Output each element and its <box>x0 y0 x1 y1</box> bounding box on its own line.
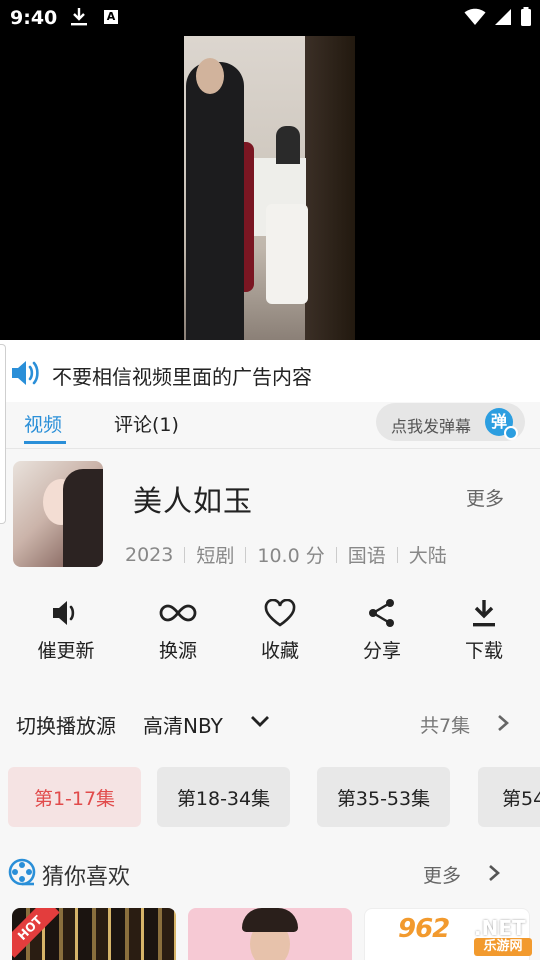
action-label: 下载 <box>464 640 503 662</box>
action-label: 换源 <box>158 640 197 662</box>
signal-icon <box>495 9 511 25</box>
tab-bar: 视频 评论(1) 点我发弹幕 弹 <box>0 402 540 449</box>
episode-range-1[interactable]: 第1-17集 <box>8 767 141 827</box>
meta-year: 2023 <box>125 543 174 566</box>
recommend-header: 猜你喜欢 更多 <box>0 854 540 894</box>
video-player[interactable] <box>0 0 540 340</box>
source-name[interactable]: 高清NBY <box>143 710 223 739</box>
danmu-input-button[interactable]: 点我发弹幕 弹 <box>376 403 525 441</box>
site-watermark-logo: 962 .NET 乐游网 <box>398 912 534 958</box>
episode-count[interactable]: 共7集 <box>420 711 470 738</box>
share-icon <box>332 590 432 636</box>
source-label: 切换播放源 <box>16 714 116 738</box>
a-status-icon: A <box>104 10 118 24</box>
meta-type: 短剧 <box>196 545 235 567</box>
episode-list: 第1-17集 第18-34集 第35-53集 第54 <box>0 767 540 829</box>
wifi-icon <box>464 8 486 25</box>
meta-divider <box>335 546 337 563</box>
action-label: 分享 <box>362 640 401 662</box>
video-scene-person <box>276 126 300 164</box>
chevron-right-icon[interactable] <box>496 713 510 737</box>
episode-range-4[interactable]: 第54 <box>478 767 540 827</box>
logo-cn: 乐游网 <box>474 938 532 956</box>
share-button[interactable]: 分享 <box>332 590 432 663</box>
download-icon <box>434 590 534 636</box>
chevron-down-icon[interactable] <box>249 713 271 733</box>
side-drag-handle[interactable] <box>0 344 6 524</box>
video-scene-head <box>196 58 224 94</box>
meta-region: 大陆 <box>408 545 447 567</box>
poster-hair <box>63 469 103 567</box>
meta-score: 10.0 分 <box>257 545 325 567</box>
film-reel-icon <box>8 858 36 890</box>
logo-number: 962 <box>398 914 450 944</box>
favorite-button[interactable]: 收藏 <box>230 590 330 663</box>
meta-divider <box>245 546 247 563</box>
status-icons <box>464 7 532 27</box>
recommend-item[interactable] <box>188 908 352 960</box>
danmu-dot <box>504 426 518 440</box>
episode-range-2[interactable]: 第18-34集 <box>157 767 290 827</box>
video-scene-basin <box>266 204 308 304</box>
video-title: 美人如玉 <box>133 484 254 518</box>
logo-net: .NET <box>474 916 526 940</box>
recommend-more-link[interactable]: 更多 <box>423 861 461 888</box>
urge-update-button[interactable]: 催更新 <box>16 590 116 663</box>
battery-icon <box>521 7 531 26</box>
source-selector-row: 切换播放源 高清NBY 共7集 <box>0 700 540 746</box>
action-label: 催更新 <box>37 640 95 662</box>
episode-range-3[interactable]: 第35-53集 <box>317 767 450 827</box>
recommend-title: 猜你喜欢 <box>42 865 131 890</box>
tab-active-indicator <box>24 441 66 444</box>
hot-badge: HOT <box>12 908 60 958</box>
danmu-placeholder: 点我发弹幕 <box>391 417 472 436</box>
notice-bar: 不要相信视频里面的广告内容 <box>0 340 540 402</box>
download-status-icon <box>70 7 88 31</box>
infinity-icon <box>128 590 228 636</box>
switch-source-button[interactable]: 换源 <box>128 590 228 663</box>
thumb-hair <box>242 908 298 932</box>
heart-icon <box>230 590 330 636</box>
speaker-icon <box>16 590 116 636</box>
recommend-item[interactable]: HOT <box>12 908 176 960</box>
video-info: 美人如玉 更多 2023 短剧 10.0 分 国语 大陆 <box>0 448 540 578</box>
action-bar: 催更新 换源 收藏 分享 下载 <box>0 590 540 670</box>
action-label: 收藏 <box>260 640 299 662</box>
speaker-notice-icon <box>10 359 40 391</box>
status-bar: 9:40 A <box>0 0 540 36</box>
chevron-right-icon[interactable] <box>487 863 501 887</box>
tab-comments[interactable]: 评论(1) <box>114 410 179 437</box>
tab-video[interactable]: 视频 <box>24 410 62 437</box>
meta-divider <box>396 546 398 563</box>
download-button[interactable]: 下载 <box>434 590 534 663</box>
meta-language: 国语 <box>347 545 386 567</box>
notice-text: 不要相信视频里面的广告内容 <box>52 365 312 389</box>
video-poster[interactable] <box>13 461 103 567</box>
more-info-link[interactable]: 更多 <box>466 484 504 511</box>
video-frame[interactable] <box>184 36 355 340</box>
video-scene-man <box>186 62 244 340</box>
video-scene-door <box>305 36 355 340</box>
status-time: 9:40 <box>10 7 58 29</box>
video-meta: 2023 短剧 10.0 分 国语 大陆 <box>125 541 447 568</box>
meta-divider <box>184 546 186 563</box>
